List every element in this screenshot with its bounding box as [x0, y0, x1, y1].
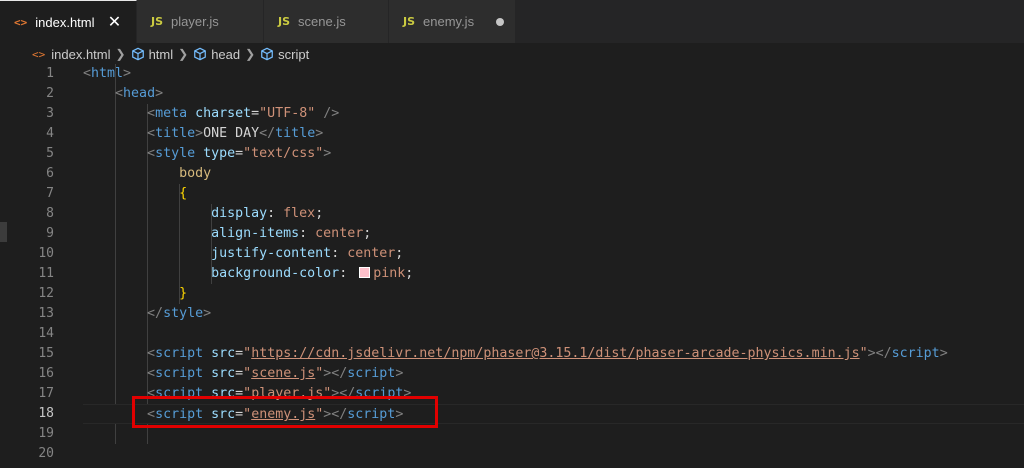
tab-label: enemy.js [423, 14, 475, 29]
breadcrumb-item-script[interactable]: script [260, 47, 309, 62]
line-number: 6 [46, 166, 54, 181]
breadcrumb-file[interactable]: <> index.html [32, 47, 111, 62]
code-line: <script src="scene.js"></script> [147, 366, 404, 381]
code-line: align-items: center; [211, 226, 372, 241]
js-file-icon: JS [403, 15, 416, 28]
line-number: 12 [38, 286, 54, 301]
chevron-right-icon: ❯ [115, 47, 126, 61]
element-cube-icon [261, 47, 274, 61]
line-number-gutter: 1 2 3 4 5 6 7 8 9 10 11 12 13 14 15 16 1… [0, 64, 66, 464]
line-number: 20 [38, 446, 54, 461]
line-number: 10 [38, 246, 54, 261]
breadcrumb-file-label: index.html [51, 46, 111, 62]
line-number: 2 [46, 86, 54, 101]
html-file-icon: <> [32, 47, 46, 61]
tab-label: scene.js [298, 14, 346, 29]
tab-label: player.js [171, 14, 219, 29]
line-number: 16 [38, 366, 54, 381]
chevron-right-icon: ❯ [245, 47, 256, 61]
code-line: } [179, 286, 188, 301]
line-number: 3 [46, 106, 54, 121]
line-number: 4 [46, 126, 54, 141]
script-src-link[interactable]: https://cdn.jsdelivr.net/npm/phaser@3.15… [251, 346, 859, 361]
code-line: { [179, 186, 188, 201]
line-number: 14 [38, 326, 54, 341]
line-number: 11 [38, 266, 54, 281]
tab-index-html[interactable]: <> index.html ✕ [0, 0, 137, 43]
code-line: <script src="https://cdn.jsdelivr.net/np… [147, 346, 948, 361]
breadcrumb-label: script [278, 46, 310, 62]
breadcrumb-label: head [211, 46, 241, 62]
tab-enemy-js[interactable]: JS enemy.js [389, 0, 516, 43]
element-cube-icon [194, 47, 207, 61]
code-line: <head> [115, 86, 164, 101]
chevron-right-icon: ❯ [178, 47, 189, 61]
tab-label: index.html [35, 14, 95, 30]
line-number: 13 [38, 306, 54, 321]
highlight-annotation-box [132, 396, 438, 428]
code-line: body [179, 166, 212, 181]
code-line: </style> [147, 306, 212, 321]
line-number: 17 [38, 386, 54, 401]
js-file-icon: JS [278, 15, 291, 28]
breadcrumb-item-html[interactable]: html [131, 46, 174, 62]
line-number: 15 [38, 346, 54, 361]
line-number: 7 [46, 186, 54, 201]
close-icon[interactable]: ✕ [107, 12, 123, 32]
code-line: <style type="text/css"> [147, 146, 332, 161]
line-number: 19 [38, 426, 54, 441]
tab-scene-js[interactable]: JS scene.js [264, 0, 389, 43]
breadcrumb: <> index.html ❯ html ❯ head ❯ script [0, 43, 1024, 65]
breadcrumb-item-head[interactable]: head [193, 47, 240, 62]
color-swatch[interactable] [359, 266, 371, 278]
line-number: 8 [46, 206, 54, 221]
element-cube-icon [131, 47, 144, 61]
code-line: <title>ONE DAY</title> [147, 126, 324, 141]
code-line: <meta charset="UTF-8" /> [147, 106, 340, 121]
code-line: display: flex; [211, 206, 324, 221]
code-line: background-color: pink; [211, 266, 414, 281]
unsaved-dot-icon[interactable] [496, 17, 505, 26]
line-number: 5 [46, 146, 54, 161]
line-number: 9 [46, 226, 54, 241]
breadcrumb-label: html [148, 46, 174, 62]
html-file-icon: <> [14, 15, 28, 29]
line-number: 1 [46, 66, 54, 81]
code-line: justify-content: center; [211, 246, 404, 261]
js-file-icon: JS [151, 15, 164, 28]
line-number-current: 18 [38, 406, 54, 421]
tab-player-js[interactable]: JS player.js [137, 0, 264, 43]
script-src-link[interactable]: scene.js [251, 366, 315, 381]
tab-bar: <> index.html ✕ JS player.js JS scene.js… [0, 0, 1024, 43]
code-line: <html> [83, 66, 132, 81]
